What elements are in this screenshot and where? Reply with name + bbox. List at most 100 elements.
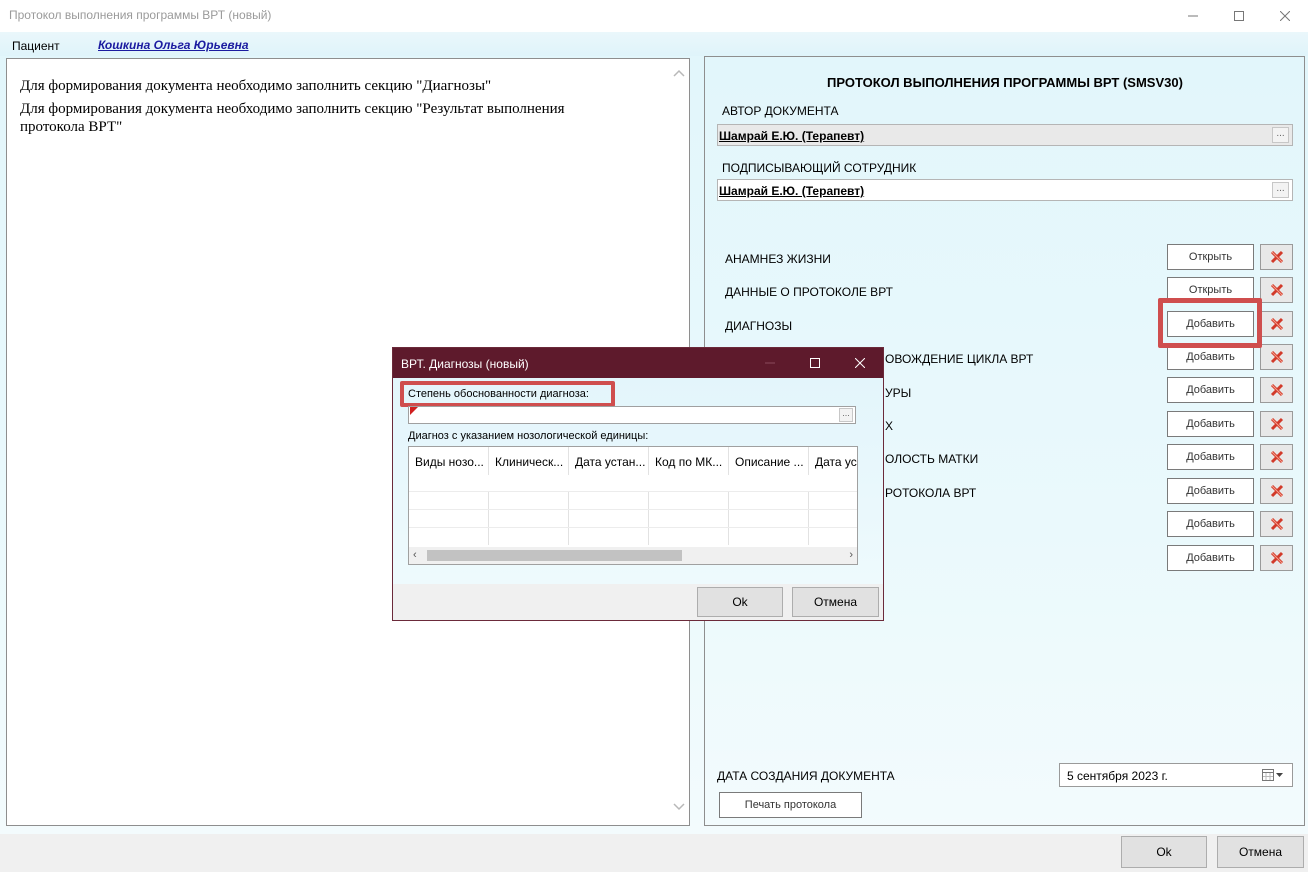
validation-message: Для формирования документа необходимо за… xyxy=(20,101,565,135)
dialog-cancel-button[interactable]: Отмена xyxy=(792,587,879,617)
maximize-button[interactable] xyxy=(1216,0,1262,32)
section-add-button[interactable]: Добавить xyxy=(1167,444,1254,470)
dialog-minimize-button[interactable] xyxy=(747,348,793,378)
section-delete-button[interactable] xyxy=(1260,377,1293,403)
section-delete-button[interactable] xyxy=(1260,444,1293,470)
section-label: ОЛОСТЬ МАТКИ xyxy=(885,452,979,466)
section-delete-button[interactable] xyxy=(1260,344,1293,370)
scroll-right-icon[interactable]: › xyxy=(849,549,853,561)
highlight-frame-diagnoses-add xyxy=(1158,298,1262,348)
section-label: Х xyxy=(885,419,894,433)
section-label: УРЫ xyxy=(885,386,912,400)
scrollbar-thumb[interactable] xyxy=(427,550,682,561)
grid-column-header[interactable]: Клиническ... xyxy=(489,447,569,475)
delete-x-icon xyxy=(1270,484,1283,498)
justification-field[interactable]: ... xyxy=(408,406,856,424)
diagnoses-dialog: ВРТ. Диагнозы (новый) Степень обоснованн… xyxy=(392,347,884,621)
patient-name-link[interactable]: Кошкина Ольга Юрьевна xyxy=(98,38,249,52)
section-label-diagnoses: ДИАГНОЗЫ xyxy=(725,319,793,333)
table-row[interactable] xyxy=(409,509,857,527)
grid-column-header[interactable]: Описание ... xyxy=(729,447,809,475)
grid-column-header[interactable]: Дата устан... xyxy=(569,447,649,475)
delete-x-icon xyxy=(1270,350,1283,364)
section-label-protocol-data: ДАННЫЕ О ПРОТОКОЛЕ ВРТ xyxy=(725,285,893,299)
dialog-maximize-button[interactable] xyxy=(792,348,838,378)
close-icon xyxy=(1280,11,1290,21)
section-add-button[interactable]: Добавить xyxy=(1167,545,1254,571)
scroll-down-icon[interactable] xyxy=(673,803,685,811)
delete-x-icon xyxy=(1270,383,1283,397)
author-lookup-button: ... xyxy=(1272,127,1289,143)
section-delete-button[interactable] xyxy=(1260,244,1293,270)
section-label: ОВОЖДЕНИЕ ЦИКЛА ВРТ xyxy=(885,352,1034,366)
table-row[interactable] xyxy=(409,527,857,545)
author-field: Шамрай Е.Ю. (Терапевт) ... xyxy=(717,124,1293,146)
delete-x-icon xyxy=(1270,317,1283,331)
signer-value: Шамрай Е.Ю. (Терапевт) xyxy=(719,184,865,198)
minimize-icon xyxy=(1188,15,1198,17)
section-add-button[interactable]: Добавить xyxy=(1167,511,1254,537)
delete-x-icon xyxy=(1270,283,1283,297)
section-add-button[interactable]: Добавить xyxy=(1167,411,1254,437)
delete-x-icon xyxy=(1270,551,1283,565)
creation-date-label: ДАТА СОЗДАНИЯ ДОКУМЕНТА xyxy=(717,769,895,783)
grid-header: Виды нозо... Клиническ... Дата устан... … xyxy=(409,447,857,475)
validation-message: Для формирования документа необходимо за… xyxy=(20,78,492,94)
required-marker-icon xyxy=(410,407,418,415)
section-add-button[interactable]: Добавить xyxy=(1167,377,1254,403)
close-button[interactable] xyxy=(1262,0,1308,32)
dialog-title: ВРТ. Диагнозы (новый) xyxy=(401,357,529,371)
section-delete-button[interactable] xyxy=(1260,277,1293,303)
grid-column-header[interactable]: Дата ус xyxy=(809,447,857,475)
section-delete-button[interactable] xyxy=(1260,511,1293,537)
dialog-titlebar: ВРТ. Диагнозы (новый) xyxy=(393,348,883,378)
dialog-ok-button[interactable]: Ok xyxy=(697,587,783,617)
scroll-up-icon[interactable] xyxy=(673,69,685,77)
signer-lookup-button[interactable]: ... xyxy=(1272,182,1289,198)
author-value: Шамрай Е.Ю. (Терапевт) xyxy=(719,129,865,143)
minimize-button[interactable] xyxy=(1170,0,1216,32)
diagnosis-grid[interactable]: Виды нозо... Клиническ... Дата устан... … xyxy=(408,446,858,565)
section-add-button[interactable]: Добавить xyxy=(1167,478,1254,504)
section-label-anamnesis: АНАМНЕЗ ЖИЗНИ xyxy=(725,252,831,266)
delete-x-icon xyxy=(1270,450,1283,464)
section-delete-button[interactable] xyxy=(1260,411,1293,437)
bottom-bar xyxy=(0,834,1308,872)
window-title: Протокол выполнения программы ВРТ (новый… xyxy=(9,8,272,22)
grid-column-header[interactable]: Код по МК... xyxy=(649,447,729,475)
form-title: ПРОТОКОЛ ВЫПОЛНЕНИЯ ПРОГРАММЫ ВРТ (SMSV3… xyxy=(827,75,1183,90)
grid-column-header[interactable]: Виды нозо... xyxy=(409,447,489,475)
creation-date-value: 5 сентября 2023 г. xyxy=(1067,769,1168,783)
grid-horizontal-scrollbar[interactable]: ‹ › xyxy=(409,547,857,564)
signer-field[interactable]: Шамрай Е.Ю. (Терапевт) ... xyxy=(717,179,1293,201)
section-delete-button[interactable] xyxy=(1260,478,1293,504)
author-label: АВТОР ДОКУМЕНТА xyxy=(722,104,839,118)
section-delete-button[interactable] xyxy=(1260,311,1293,337)
close-icon xyxy=(855,358,865,368)
delete-x-icon xyxy=(1270,417,1283,431)
minimize-icon xyxy=(765,362,775,364)
window-titlebar: Протокол выполнения программы ВРТ (новый… xyxy=(0,0,1308,32)
table-row[interactable] xyxy=(409,491,857,509)
delete-x-icon xyxy=(1270,517,1283,531)
calendar-dropdown-icon[interactable] xyxy=(1262,769,1284,781)
creation-date-picker[interactable]: 5 сентября 2023 г. xyxy=(1059,763,1293,787)
patient-label: Пациент xyxy=(12,39,60,53)
section-delete-button[interactable] xyxy=(1260,545,1293,571)
diagnosis-grid-label: Диагноз с указанием нозологической едини… xyxy=(408,430,649,442)
maximize-icon xyxy=(1234,11,1244,21)
scroll-left-icon[interactable]: ‹ xyxy=(413,549,417,561)
section-label: РОТОКОЛА ВРТ xyxy=(885,486,977,500)
dialog-body: Степень обоснованности диагноза: ... Диа… xyxy=(393,378,883,584)
signer-label: ПОДПИСЫВАЮЩИЙ СОТРУДНИК xyxy=(722,161,917,175)
delete-x-icon xyxy=(1270,250,1283,264)
print-protocol-button[interactable]: Печать протокола xyxy=(719,792,862,818)
section-open-button[interactable]: Открыть xyxy=(1167,244,1254,270)
cancel-button[interactable]: Отмена xyxy=(1217,836,1304,868)
maximize-icon xyxy=(810,358,820,368)
justification-label: Степень обоснованности диагноза: xyxy=(408,388,589,400)
patient-bar: Пациент Кошкина Ольга Юрьевна xyxy=(0,32,1308,56)
ok-button[interactable]: Ok xyxy=(1121,836,1207,868)
justification-lookup-button[interactable]: ... xyxy=(839,408,853,422)
dialog-close-button[interactable] xyxy=(837,348,883,378)
